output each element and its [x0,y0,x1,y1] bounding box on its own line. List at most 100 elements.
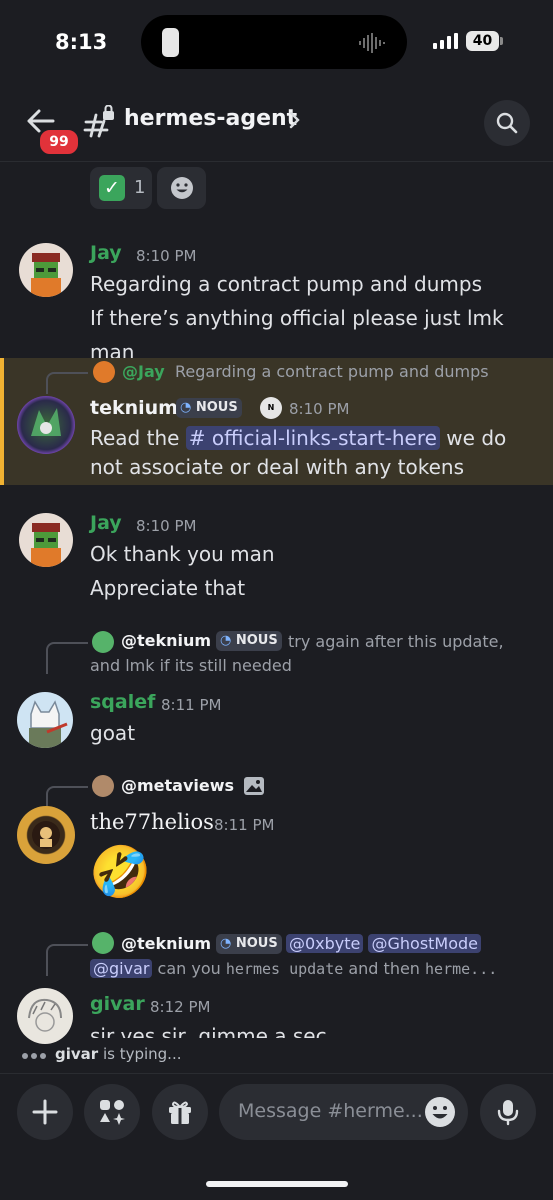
user-mention[interactable]: @givar [90,959,153,978]
user-mention[interactable]: @0xbyte [286,934,364,953]
reply-preview[interactable]: @givar can you hermes update and then he… [90,959,497,978]
nous-tag: ◔ NOUS [176,398,242,418]
battery-nub [500,37,503,45]
plus-icon [32,1099,58,1125]
microphone-icon [497,1100,519,1126]
reply-author[interactable]: @metaviews [121,776,234,795]
header-divider [0,161,553,162]
status-time: 8:13 [55,30,108,54]
reply-author[interactable]: @Jay [122,362,165,381]
now-playing-icon [162,28,179,57]
reply-author[interactable]: @teknium [121,631,211,650]
server-badge-icon: N [260,397,282,419]
search-button[interactable] [484,100,530,146]
emoji-picker-icon[interactable] [424,1096,456,1128]
channel-mention-link[interactable]: # official-links-start-here [185,426,440,450]
avatar-givar[interactable] [17,988,73,1044]
author-name[interactable]: teknium [90,397,178,419]
author-name[interactable]: Jay [90,242,122,264]
dynamic-island [141,15,407,69]
audio-wave-icon [359,33,385,53]
author-name[interactable]: sqalef [90,691,155,713]
apps-button[interactable] [84,1084,140,1140]
typing-dots-icon [22,1045,49,1063]
author-name[interactable]: Jay [90,512,122,534]
nous-tag-label: NOUS [235,936,278,951]
reply-connector [46,642,88,674]
add-attachment-button[interactable] [17,1084,73,1140]
image-attachment-icon [244,777,264,795]
message-text: we do [439,426,507,450]
reply-connector [46,372,88,394]
inline-code: herme... [425,960,498,978]
message-emoji: 🤣 [89,843,152,901]
user-mention[interactable]: @GhostMode [368,934,482,953]
voice-message-button[interactable] [480,1084,536,1140]
message-line: Appreciate that [90,576,246,600]
reply-mentions[interactable]: @0xbyte @GhostMode [286,934,482,953]
message-line: goat [90,721,136,745]
reaction-count: 1 [134,177,146,198]
reply-preview[interactable]: Regarding a contract pump and dumps [175,362,489,381]
chevron-right-icon[interactable] [289,110,301,130]
author-name[interactable]: the77helios [90,810,214,834]
cellular-signal-icon [433,33,458,49]
timestamp: 8:11 PM [214,816,275,834]
highlight-bar [0,358,4,485]
channel-hash-icon [83,105,114,138]
typing-text: is typing... [98,1045,182,1063]
nous-tag-icon: ◔ [220,936,232,951]
search-icon [496,112,518,134]
avatar-jay[interactable] [19,513,73,567]
reaction-check[interactable]: ✓ 1 [90,167,152,209]
avatar-teknium[interactable] [17,396,75,454]
message-line: sir yes sir, gimme a sec [90,1024,327,1038]
message-line: Ok thank you man [90,542,275,566]
reply-avatar-metaviews [92,775,114,797]
gift-icon [169,1101,191,1124]
author-name[interactable]: givar [90,993,145,1015]
avatar-jay[interactable] [19,243,73,297]
message-input-placeholder: Message #herme... [238,1100,423,1122]
reply-author[interactable]: @teknium [121,934,211,953]
reply-avatar-teknium [92,631,114,653]
reply-preview[interactable]: and lmk if its still needed [90,656,292,675]
reply-avatar-teknium [92,932,114,954]
avatar-sqalef[interactable] [17,692,73,748]
nous-tag: ◔ NOUS [216,934,282,954]
message-input[interactable]: Message #herme... [219,1084,468,1140]
timestamp: 8:10 PM [136,517,197,535]
smiley-icon [171,177,193,199]
avatar-the77helios[interactable] [17,806,75,864]
inline-code: hermes update [225,960,344,978]
typing-user: givar [55,1045,99,1063]
message-clip: sir yes sir, gimme a sec [90,1022,530,1038]
gift-button[interactable] [152,1084,208,1140]
nous-tag-icon: ◔ [180,400,192,415]
reply-avatar-jay [93,361,115,383]
nous-tag: ◔ NOUS [216,631,282,651]
channel-name[interactable]: hermes-agent [124,106,297,131]
message-line: not associate or deal with any tokens [90,455,465,479]
message-line: Regarding a contract pump and dumps [90,272,483,296]
typing-indicator: givar is typing... [22,1045,182,1063]
timestamp: 8:12 PM [150,998,211,1016]
timestamp: 8:11 PM [161,696,222,714]
battery-level: 40 [466,31,499,51]
nous-tag-label: NOUS [195,400,238,415]
reply-text: and then [343,959,426,978]
timestamp: 8:10 PM [136,247,197,265]
message-text: Read the [90,426,186,450]
reply-text: can you [152,959,226,978]
home-indicator[interactable] [206,1181,348,1187]
composer-divider [0,1073,553,1074]
unread-badge: 99 [38,128,80,156]
nous-tag-label: NOUS [235,633,278,648]
add-reaction-button[interactable] [157,167,206,209]
reply-connector [46,944,88,976]
timestamp: 8:10 PM [289,400,350,418]
apps-icon [100,1100,125,1125]
reply-connector [46,786,88,808]
reply-preview[interactable]: try again after this update, [288,632,504,651]
nous-tag-icon: ◔ [220,633,232,648]
